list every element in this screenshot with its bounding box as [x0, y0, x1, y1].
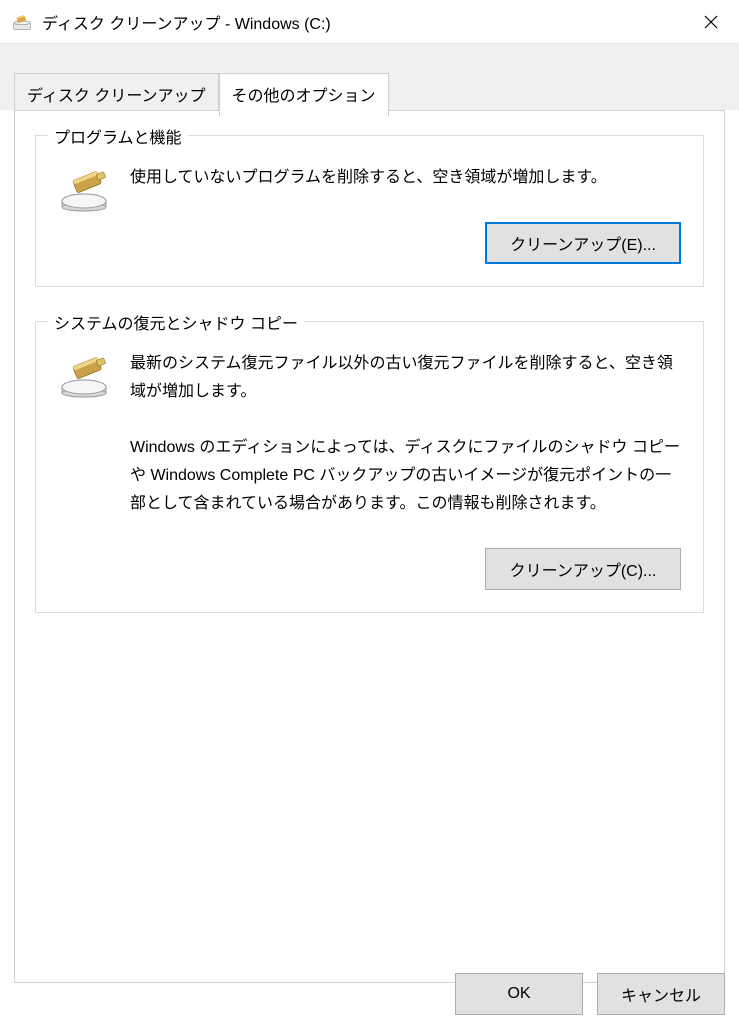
cancel-button[interactable]: キャンセル — [597, 973, 725, 1015]
restore-description-2: Windows のエディションによっては、ディスクにファイルのシャドウ コピーや… — [130, 434, 681, 518]
group-system-restore: システムの復元とシャドウ コピー 最新のシステム復元ファイル以外の古い復元ファイ… — [35, 321, 704, 613]
window-title: ディスク クリーンアップ - Windows (C:) — [42, 10, 683, 34]
title-bar: ディスク クリーンアップ - Windows (C:) — [0, 0, 739, 44]
cleanup-programs-button[interactable]: クリーンアップ(E)... — [485, 222, 681, 264]
programs-description: 使用していないプログラムを削除すると、空き領域が増加します。 — [130, 164, 681, 192]
close-icon — [704, 15, 718, 29]
tab-panel-more-options: プログラムと機能 使用していないプログラムを削除すると、空き領域が増加します。 — [14, 110, 725, 983]
disk-brush-icon — [58, 350, 110, 402]
tab-strip: ディスク クリーンアップその他のオプション — [0, 44, 739, 110]
group-title-programs: プログラムと機能 — [48, 124, 188, 148]
group-programs-and-features: プログラムと機能 使用していないプログラムを削除すると、空き領域が増加します。 — [35, 135, 704, 287]
ok-button[interactable]: OK — [455, 973, 583, 1015]
disk-cleanup-icon — [12, 12, 32, 32]
restore-description-1: 最新のシステム復元ファイル以外の古い復元ファイルを削除すると、空き領域が増加しま… — [130, 350, 681, 406]
close-button[interactable] — [683, 0, 739, 44]
tab-more-options[interactable]: その他のオプション — [219, 73, 389, 116]
dialog-footer: OK キャンセル — [455, 973, 725, 1015]
group-title-restore: システムの復元とシャドウ コピー — [48, 310, 304, 334]
disk-brush-icon — [58, 164, 110, 216]
cleanup-restore-button[interactable]: クリーンアップ(C)... — [485, 548, 681, 590]
